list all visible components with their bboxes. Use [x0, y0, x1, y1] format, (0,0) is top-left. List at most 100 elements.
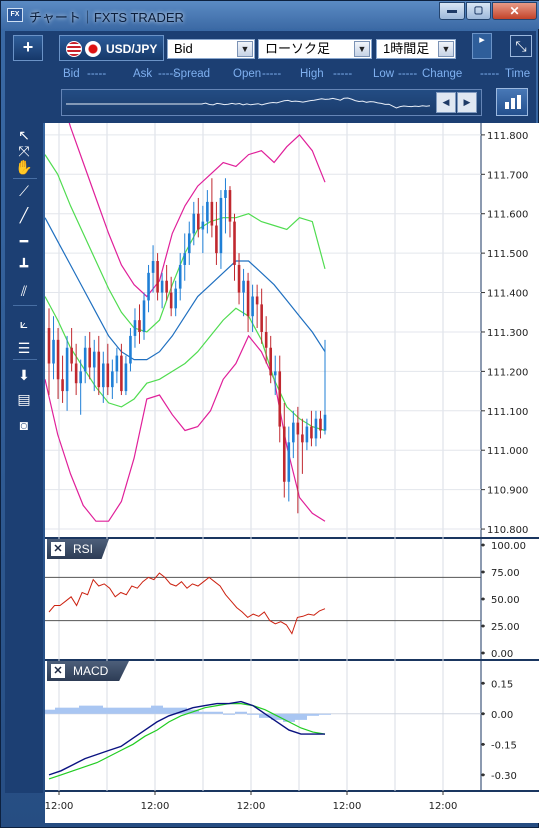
trend-line-icon[interactable]: ╱: [14, 205, 34, 225]
price-axis-label: 111.600: [487, 210, 528, 221]
toolbar-overflow-icon[interactable]: ▸: [472, 33, 492, 59]
add-chart-button[interactable]: +: [13, 35, 43, 61]
macd-tick-dot: [481, 712, 485, 716]
expand-icon[interactable]: ⤡: [510, 35, 532, 57]
macd-histogram-bar: [211, 711, 223, 714]
tool-separator: [13, 178, 37, 179]
horizontal-line-icon[interactable]: ━: [14, 231, 34, 251]
candle-body: [237, 264, 241, 293]
price-type-select[interactable]: Bid ▼: [167, 39, 255, 59]
candle-body: [264, 331, 268, 348]
close-button[interactable]: ✕: [492, 2, 537, 20]
chevron-down-icon[interactable]: ▼: [354, 41, 370, 57]
quote-value-open: -----: [262, 68, 282, 80]
candle-body: [287, 442, 291, 482]
screenshot-camera-icon[interactable]: ◙: [14, 415, 34, 435]
chevron-right-icon[interactable]: ▶: [457, 92, 477, 113]
candle-body: [101, 363, 105, 388]
macd-axis-label: -0.30: [491, 771, 517, 782]
price-axis-label: 111.700: [487, 170, 528, 181]
chart-canvas[interactable]: 111.800 111.700 111.600 111.500 111.400 111.3…: [45, 123, 539, 823]
rsi-panel-tag: ✕ RSI: [47, 539, 109, 559]
close-macd-icon[interactable]: ✕: [51, 664, 65, 678]
price-axis-label: 111.500: [487, 249, 528, 260]
candle-body: [65, 347, 69, 392]
macd-histogram-bar: [151, 705, 163, 714]
auto-scroll-button[interactable]: [496, 88, 528, 116]
symbol-label: USD/JPY: [106, 42, 158, 56]
candle-body: [178, 264, 182, 289]
fibonacci-retracement-icon[interactable]: ☰: [14, 338, 34, 358]
candle-body: [97, 351, 101, 388]
candle-body: [301, 434, 304, 443]
candle-body: [278, 371, 282, 427]
candle-body: [124, 363, 128, 392]
candle-body: [296, 422, 300, 435]
timeframe-select[interactable]: 1時間足 ▼: [376, 39, 456, 59]
price-axis-label: 111.100: [487, 407, 528, 418]
candle-body: [115, 355, 119, 372]
japan-flag-icon: [85, 41, 101, 57]
chevron-down-icon[interactable]: ▼: [438, 41, 454, 57]
candle-body: [92, 351, 96, 368]
candle-body: [52, 339, 55, 364]
minimize-button[interactable]: ▬: [439, 2, 465, 20]
macd-histogram-bar: [247, 713, 259, 715]
candle-body: [174, 288, 177, 309]
macd-tick-dot: [481, 681, 485, 685]
sparkline-navigator[interactable]: ◀ ▶: [61, 89, 482, 116]
sparkline-line: [66, 97, 431, 109]
chevron-left-icon[interactable]: ◀: [436, 92, 456, 113]
chevron-down-icon[interactable]: ▼: [237, 41, 253, 57]
price-axis-label: 111.000: [487, 446, 528, 457]
maximize-button[interactable]: ▢: [466, 2, 491, 20]
symbol-selector[interactable]: USD/JPY: [59, 35, 164, 61]
parallel-channel-icon[interactable]: ⫽: [14, 281, 34, 301]
candle-body: [201, 221, 205, 230]
macd-histogram-bar: [295, 713, 307, 720]
candle-body: [246, 280, 250, 317]
macd-histogram-bar: [163, 707, 175, 714]
list-icon[interactable]: ▤: [14, 389, 34, 409]
macd-histogram-bar: [67, 707, 79, 714]
macd-histogram-bar: [103, 707, 115, 714]
candle-body: [242, 280, 245, 293]
candle-body: [88, 347, 92, 368]
rsi-axis-label: 0.00: [491, 649, 513, 660]
price-axis-label: 110.800: [487, 525, 528, 536]
candle-body: [83, 347, 87, 372]
title-bar[interactable]: FX チャート｜FXTS TRADER ▬ ▢ ✕: [1, 1, 539, 29]
quote-label-high: High: [300, 68, 324, 80]
macd-panel-tag: ✕ MACD: [47, 661, 129, 681]
panel-divider: [45, 537, 539, 539]
candle-body: [224, 190, 227, 198]
rsi-panel-label: RSI: [73, 542, 94, 556]
rsi-axis-label: 75.00: [491, 568, 520, 579]
scroll-down-icon[interactable]: ⬇: [14, 365, 34, 385]
hand-pan-icon[interactable]: ✋: [14, 157, 34, 177]
close-rsi-icon[interactable]: ✕: [51, 542, 65, 556]
pin-line-icon[interactable]: ⟋: [14, 181, 34, 201]
candle-body: [192, 213, 196, 234]
candle-body: [70, 347, 73, 364]
candle-body: [165, 280, 168, 293]
macd-histogram-bar: [55, 707, 67, 714]
sparkline-chart: [66, 97, 431, 109]
macd-histogram-bar: [319, 713, 331, 715]
vertical-line-icon[interactable]: ┻: [14, 256, 34, 276]
panel-divider: [45, 659, 539, 661]
tool-separator: [13, 305, 37, 306]
price-axis-label: 111.400: [487, 289, 528, 300]
macd-histogram-bar: [115, 707, 127, 714]
rsi-axis-label: 100.00: [491, 541, 526, 552]
fibonacci-fan-icon[interactable]: ⟀: [14, 313, 34, 333]
candle-body: [106, 363, 110, 388]
tool-separator: [13, 359, 37, 360]
time-axis-label: 12:00: [45, 801, 73, 812]
timeframe-value: 1時間足: [383, 41, 430, 56]
chart-area[interactable]: 111.800 111.700 111.600 111.500 111.400 111.3…: [45, 123, 539, 823]
macd-histogram-bar: [283, 713, 295, 722]
macd-histogram-bar: [223, 713, 235, 715]
macd-histogram-bar: [45, 709, 55, 714]
chart-type-select[interactable]: ローソク足 ▼: [258, 39, 372, 59]
